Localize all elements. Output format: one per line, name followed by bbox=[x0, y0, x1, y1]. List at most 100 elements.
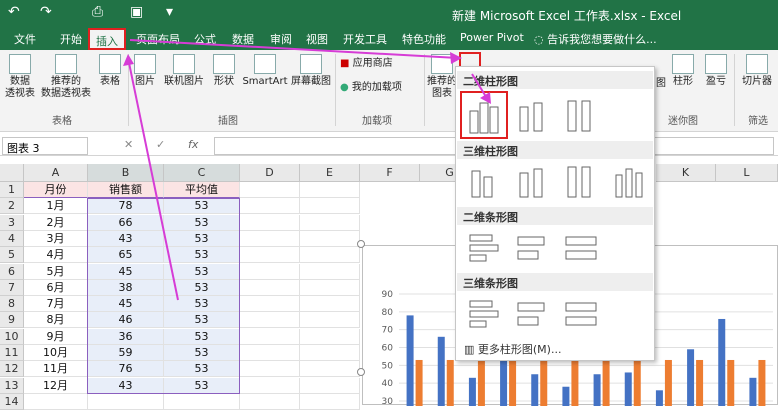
more-column-charts-link[interactable]: ▥ 更多柱形图(M)... bbox=[464, 341, 561, 357]
tab-insert[interactable]: 插入 bbox=[88, 28, 126, 50]
table-cell[interactable]: 9月 bbox=[24, 328, 88, 345]
table-cell[interactable]: 53 bbox=[164, 361, 240, 378]
table-cell[interactable]: 76 bbox=[88, 361, 164, 378]
table-cell[interactable]: 4月 bbox=[24, 247, 88, 264]
table-cell[interactable] bbox=[240, 263, 300, 280]
table-cell[interactable]: 65 bbox=[88, 247, 164, 264]
percent-stacked-bar-option[interactable] bbox=[560, 227, 600, 267]
resize-handle[interactable] bbox=[357, 368, 365, 376]
table-cell[interactable]: 10月 bbox=[24, 345, 88, 361]
column-header[interactable]: A bbox=[24, 164, 88, 182]
3d-stacked-column-option[interactable] bbox=[512, 161, 552, 201]
table-cell[interactable]: 53 bbox=[164, 247, 240, 264]
table-cell[interactable] bbox=[240, 214, 300, 231]
sparkline-column-button[interactable]: 柱形 bbox=[668, 54, 698, 88]
table-cell[interactable] bbox=[240, 182, 300, 198]
sparkline-winloss-button[interactable]: 盈亏 bbox=[700, 54, 732, 88]
column-header[interactable]: F bbox=[360, 164, 420, 182]
screenshot-button[interactable]: 屏幕截图 bbox=[290, 54, 332, 88]
stacked-column-option[interactable] bbox=[512, 95, 552, 135]
resize-handle[interactable] bbox=[357, 240, 365, 248]
customize-icon[interactable]: ▾ bbox=[166, 4, 173, 20]
online-picture-button[interactable]: 联机图片 bbox=[160, 54, 208, 88]
table-cell[interactable]: 8月 bbox=[24, 312, 88, 329]
row-header[interactable]: 12 bbox=[0, 361, 24, 378]
column-header[interactable]: E bbox=[300, 164, 360, 182]
3d-percent-bar-option[interactable] bbox=[560, 293, 600, 333]
table-cell[interactable]: 3月 bbox=[24, 230, 88, 247]
table-cell[interactable] bbox=[24, 393, 88, 410]
table-cell[interactable]: 43 bbox=[88, 377, 164, 394]
table-cell[interactable] bbox=[240, 247, 300, 264]
cancel-icon[interactable]: ✕ bbox=[124, 138, 133, 151]
row-header[interactable]: 13 bbox=[0, 377, 24, 394]
table-cell[interactable]: 53 bbox=[164, 230, 240, 247]
tab-home[interactable]: 开始 bbox=[60, 31, 82, 47]
column-header[interactable]: C bbox=[164, 164, 240, 182]
smartart-button[interactable]: SmartArt bbox=[240, 54, 290, 88]
table-cell[interactable] bbox=[240, 312, 300, 329]
column-header[interactable]: L bbox=[716, 164, 778, 182]
tab-features[interactable]: 特色功能 bbox=[402, 31, 446, 47]
table-cell[interactable]: 38 bbox=[88, 279, 164, 296]
table-cell[interactable] bbox=[300, 263, 360, 280]
table-cell[interactable] bbox=[300, 296, 360, 313]
tab-view[interactable]: 视图 bbox=[306, 31, 328, 47]
3d-column-option[interactable] bbox=[608, 161, 648, 201]
table-cell[interactable] bbox=[240, 296, 300, 313]
table-cell[interactable]: 2月 bbox=[24, 214, 88, 231]
my-addins-button[interactable]: ● 我的加载项 bbox=[340, 82, 420, 94]
slicer-button[interactable]: 切片器 bbox=[737, 54, 777, 88]
tab-formulas[interactable]: 公式 bbox=[194, 31, 216, 47]
table-cell[interactable] bbox=[300, 198, 360, 215]
table-cell[interactable] bbox=[240, 361, 300, 378]
row-header[interactable]: 14 bbox=[0, 393, 24, 410]
3d-percent-column-option[interactable] bbox=[560, 161, 600, 201]
table-cell[interactable] bbox=[300, 393, 360, 410]
column-header[interactable]: K bbox=[656, 164, 716, 182]
table-cell[interactable] bbox=[240, 345, 300, 361]
clustered-bar-option[interactable] bbox=[464, 227, 504, 267]
table-cell[interactable] bbox=[300, 279, 360, 296]
table-cell[interactable]: 53 bbox=[164, 328, 240, 345]
recommended-pivot-button[interactable]: 推荐的 数据透视表 bbox=[38, 54, 94, 100]
tab-file[interactable]: 文件 bbox=[14, 31, 36, 47]
table-cell[interactable]: 53 bbox=[164, 345, 240, 361]
3d-stacked-bar-option[interactable] bbox=[512, 293, 552, 333]
row-header[interactable]: 4 bbox=[0, 230, 24, 247]
table-cell[interactable] bbox=[300, 377, 360, 394]
percent-stacked-column-option[interactable] bbox=[560, 95, 600, 135]
table-cell[interactable]: 销售额 bbox=[88, 182, 164, 198]
table-cell[interactable] bbox=[240, 198, 300, 215]
clustered-column-option[interactable] bbox=[460, 91, 508, 139]
table-cell[interactable]: 36 bbox=[88, 328, 164, 345]
3d-clustered-column-option[interactable] bbox=[464, 161, 504, 201]
table-cell[interactable]: 53 bbox=[164, 279, 240, 296]
table-cell[interactable]: 11月 bbox=[24, 361, 88, 378]
table-cell[interactable]: 12月 bbox=[24, 377, 88, 394]
table-cell[interactable] bbox=[88, 393, 164, 410]
table-cell[interactable]: 46 bbox=[88, 312, 164, 329]
3d-clustered-bar-option[interactable] bbox=[464, 293, 504, 333]
table-cell[interactable] bbox=[240, 279, 300, 296]
table-cell[interactable]: 1月 bbox=[24, 198, 88, 215]
column-header[interactable]: D bbox=[240, 164, 300, 182]
recommended-chart-button[interactable]: 推荐的 图表 bbox=[426, 54, 458, 100]
table-cell[interactable] bbox=[300, 247, 360, 264]
tab-review[interactable]: 审阅 bbox=[270, 31, 292, 47]
table-cell[interactable]: 78 bbox=[88, 198, 164, 215]
table-cell[interactable] bbox=[240, 377, 300, 394]
row-header[interactable]: 9 bbox=[0, 312, 24, 329]
table-cell[interactable]: 7月 bbox=[24, 296, 88, 313]
save-icon[interactable]: ▣ bbox=[130, 4, 143, 20]
table-cell[interactable]: 53 bbox=[164, 198, 240, 215]
table-cell[interactable] bbox=[240, 328, 300, 345]
row-header[interactable]: 1 bbox=[0, 182, 24, 198]
tab-page-layout[interactable]: 页面布局 bbox=[136, 31, 180, 47]
table-cell[interactable]: 59 bbox=[88, 345, 164, 361]
tab-power-pivot[interactable]: Power Pivot bbox=[460, 31, 524, 44]
table-cell[interactable] bbox=[300, 214, 360, 231]
tab-data[interactable]: 数据 bbox=[232, 31, 254, 47]
table-cell[interactable]: 5月 bbox=[24, 263, 88, 280]
row-header[interactable]: 7 bbox=[0, 279, 24, 296]
